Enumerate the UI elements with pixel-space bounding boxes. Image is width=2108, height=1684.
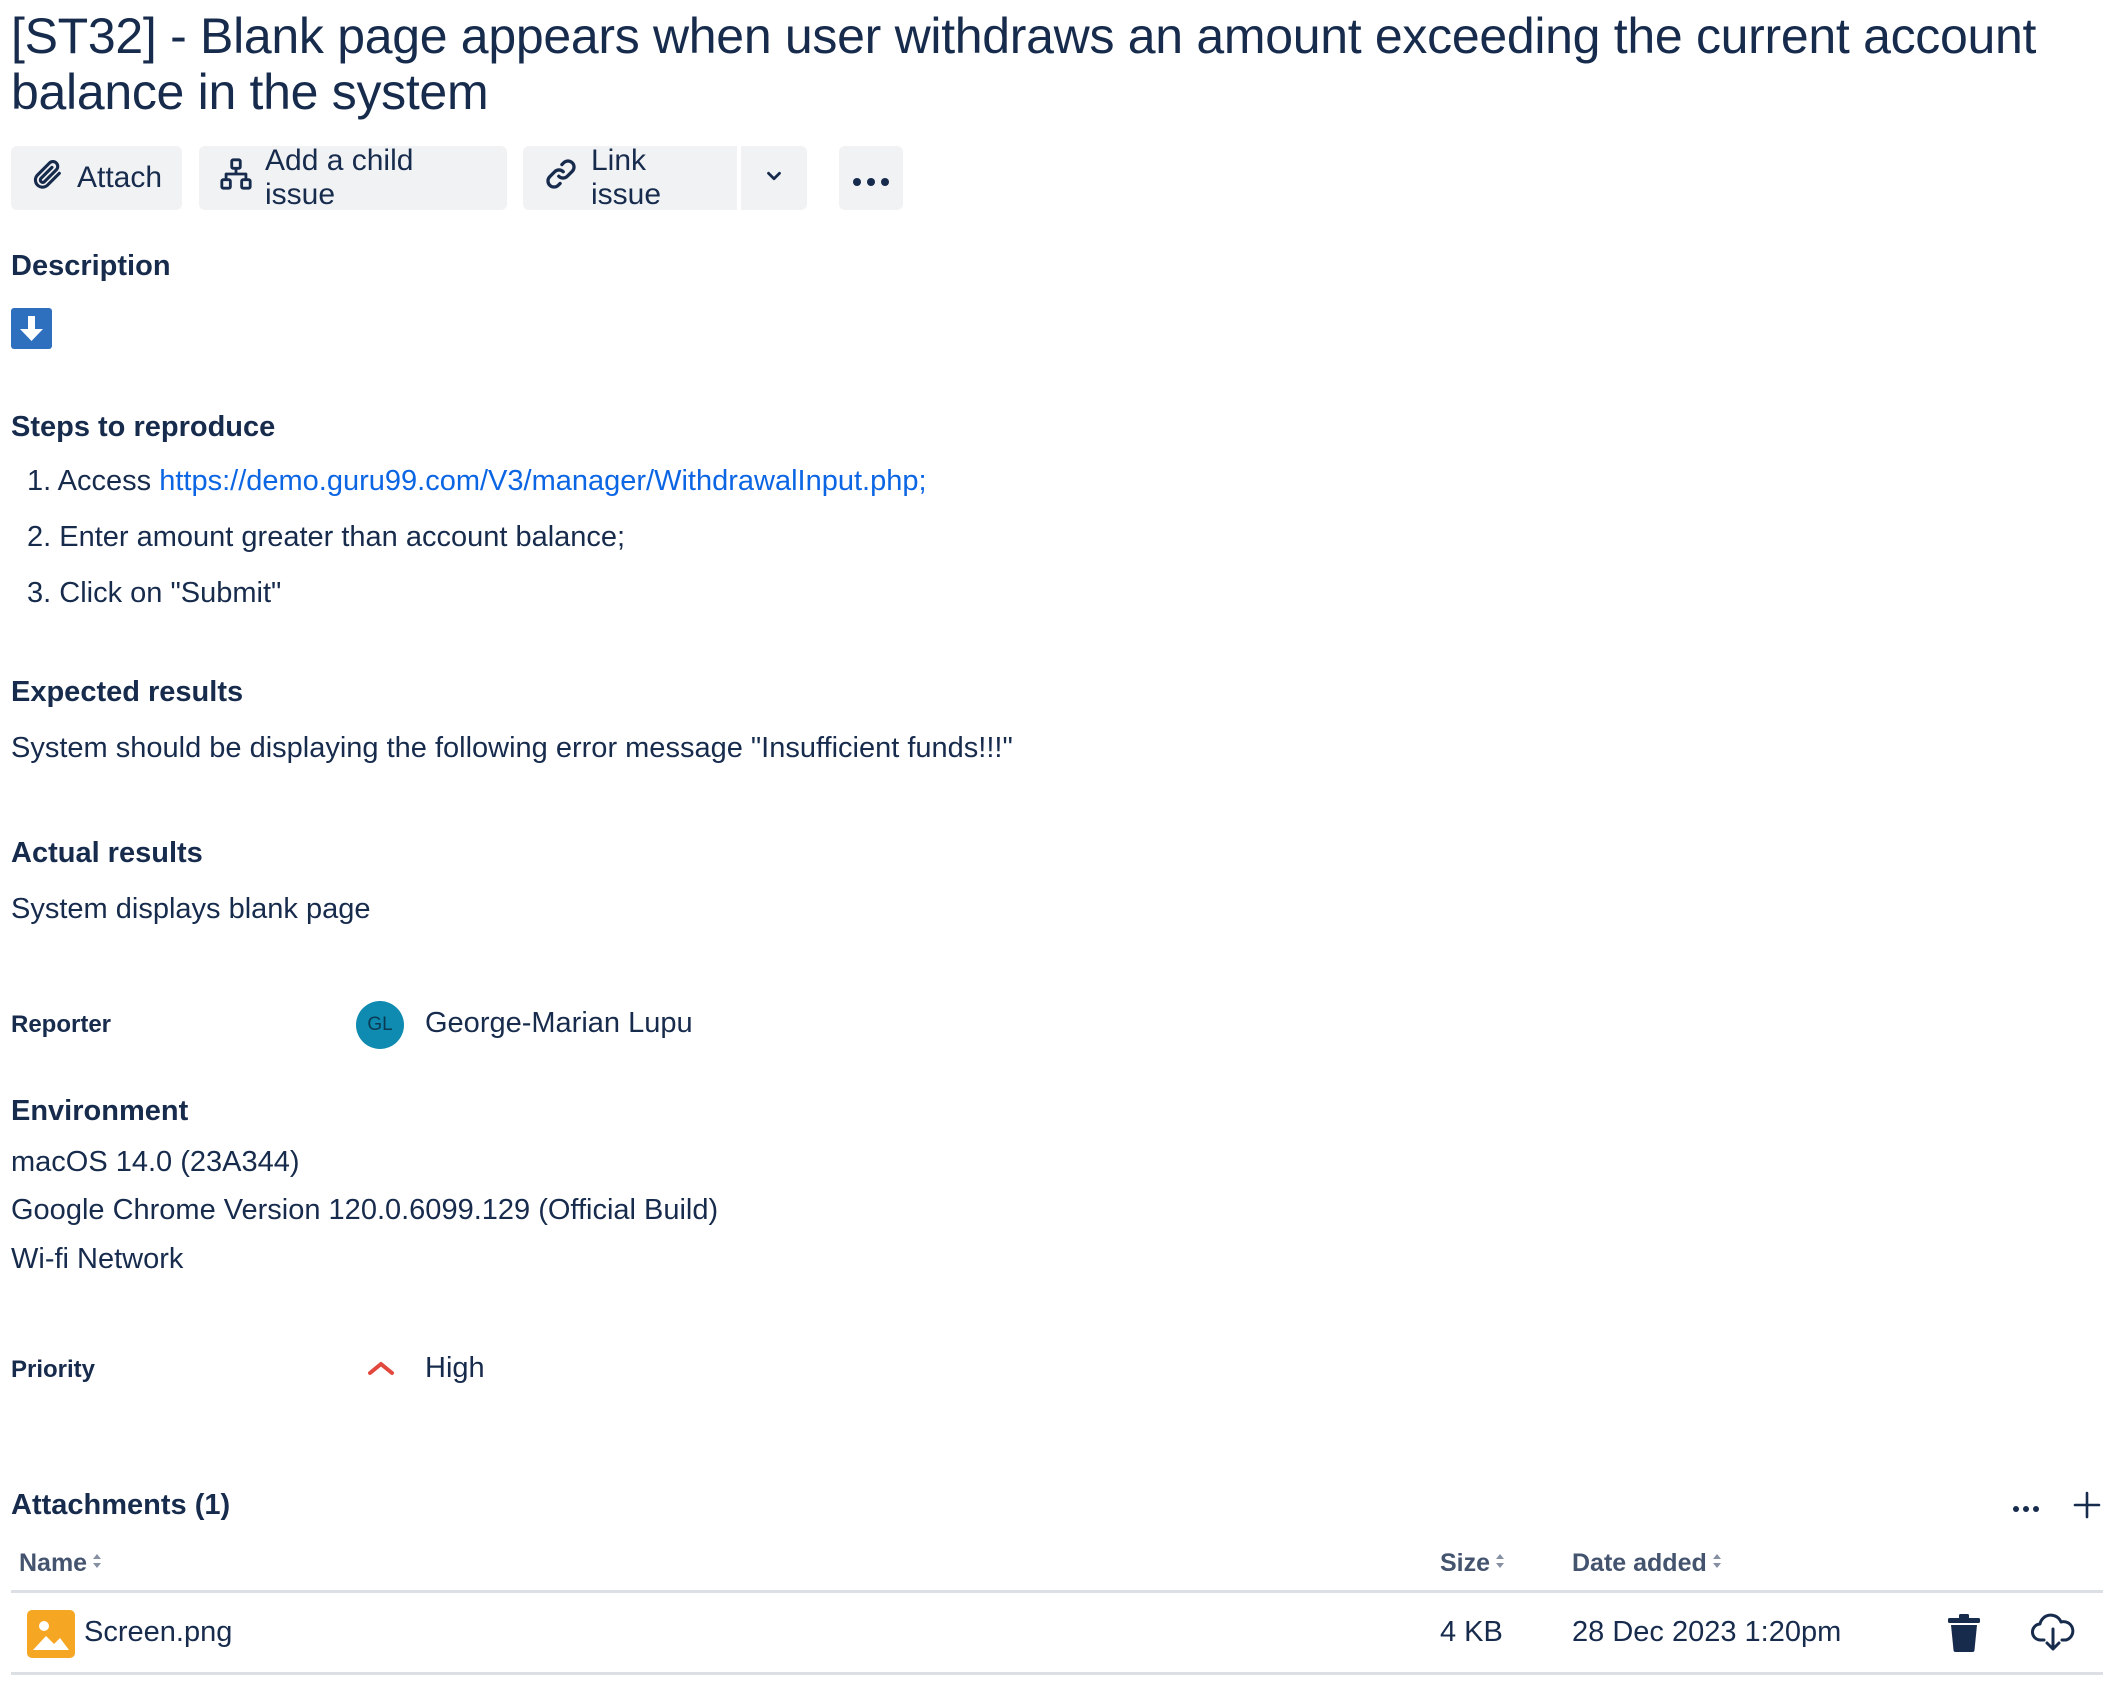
paperclip-icon [31, 157, 65, 199]
sort-icon [91, 1549, 103, 1578]
link-icon [543, 156, 579, 200]
attachment-date: 28 Dec 2023 1:20pm [1572, 1616, 1842, 1648]
environment-line: Wi-fi Network [11, 1243, 184, 1275]
link-issue-button[interactable]: Link issue [523, 144, 737, 211]
sort-icon [1494, 1549, 1506, 1578]
step-text: Access [57, 465, 152, 497]
add-child-label: Add a child issue [265, 144, 414, 211]
column-header-label: Date added [1572, 1549, 1707, 1577]
attach-label: Attach [77, 161, 163, 194]
attachments-heading: Attachments (1) [11, 1489, 231, 1521]
link-issue-label: Link issue [591, 144, 662, 211]
step-3: 3. Click on "Submit" [27, 577, 281, 610]
description-heading: Description [11, 250, 171, 282]
table-row-divider [11, 1672, 2103, 1675]
add-child-issue-button[interactable]: Add a child issue [199, 144, 507, 211]
step-text: Click on "Submit" [59, 577, 282, 609]
priority-high-icon [367, 1360, 395, 1381]
issue-title[interactable]: [ST32] - Blank page appears when user wi… [11, 8, 2071, 120]
withdrawal-url-link[interactable]: https://demo.guru99.com/V3/manager/Withd… [159, 465, 926, 497]
child-issue-icon [219, 157, 253, 199]
avatar[interactable]: GL [356, 1001, 404, 1049]
step-number: 2. [27, 521, 52, 553]
cloud-download-icon[interactable] [2031, 1612, 2075, 1657]
table-row[interactable]: Screen.png 4 KB 28 Dec 2023 1:20pm [11, 1596, 2103, 1672]
more-icon [852, 161, 890, 195]
column-header-label: Size [1440, 1549, 1491, 1577]
reporter-label: Reporter [11, 1011, 112, 1038]
image-file-icon [27, 1610, 75, 1663]
step-number: 3. [27, 577, 52, 609]
actual-results-text: System displays blank page [11, 893, 371, 925]
steps-heading: Steps to reproduce [11, 411, 276, 443]
actual-results-heading: Actual results [11, 837, 203, 869]
environment-line: Google Chrome Version 120.0.6099.129 (Of… [11, 1194, 719, 1226]
column-header-label: Name [19, 1549, 88, 1577]
step-1: 1. Access https://demo.guru99.com/V3/man… [27, 465, 927, 498]
step-2: 2. Enter amount greater than account bal… [27, 521, 625, 554]
sort-icon [1711, 1549, 1723, 1578]
column-header-size[interactable]: Size [1440, 1549, 1506, 1578]
add-attachment-icon[interactable] [2072, 1490, 2102, 1525]
chevron-down-icon [763, 161, 785, 195]
priority-label: Priority [11, 1356, 96, 1383]
reporter-name[interactable]: George-Marian Lupu [425, 1007, 693, 1040]
link-issue-dropdown-button[interactable] [741, 146, 807, 210]
attachment-size: 4 KB [1440, 1616, 1503, 1648]
priority-value[interactable]: High [425, 1352, 485, 1385]
trash-icon[interactable] [1947, 1614, 1981, 1657]
step-number: 1. [27, 465, 52, 497]
column-header-name[interactable]: Name [19, 1549, 103, 1578]
download-arrow-icon [11, 308, 52, 354]
attachment-name[interactable]: Screen.png [84, 1616, 232, 1649]
attach-button[interactable]: Attach [11, 146, 182, 210]
expected-results-text: System should be displaying the followin… [11, 732, 1013, 764]
more-actions-button[interactable] [839, 146, 903, 210]
environment-line: macOS 14.0 (23A344) [11, 1146, 300, 1178]
environment-heading: Environment [11, 1095, 189, 1127]
expected-results-heading: Expected results [11, 676, 244, 708]
step-text: Enter amount greater than account balanc… [59, 521, 626, 553]
attachments-more-icon[interactable] [2012, 1500, 2040, 1518]
column-header-date[interactable]: Date added [1572, 1549, 1723, 1578]
table-header-divider [11, 1590, 2103, 1593]
